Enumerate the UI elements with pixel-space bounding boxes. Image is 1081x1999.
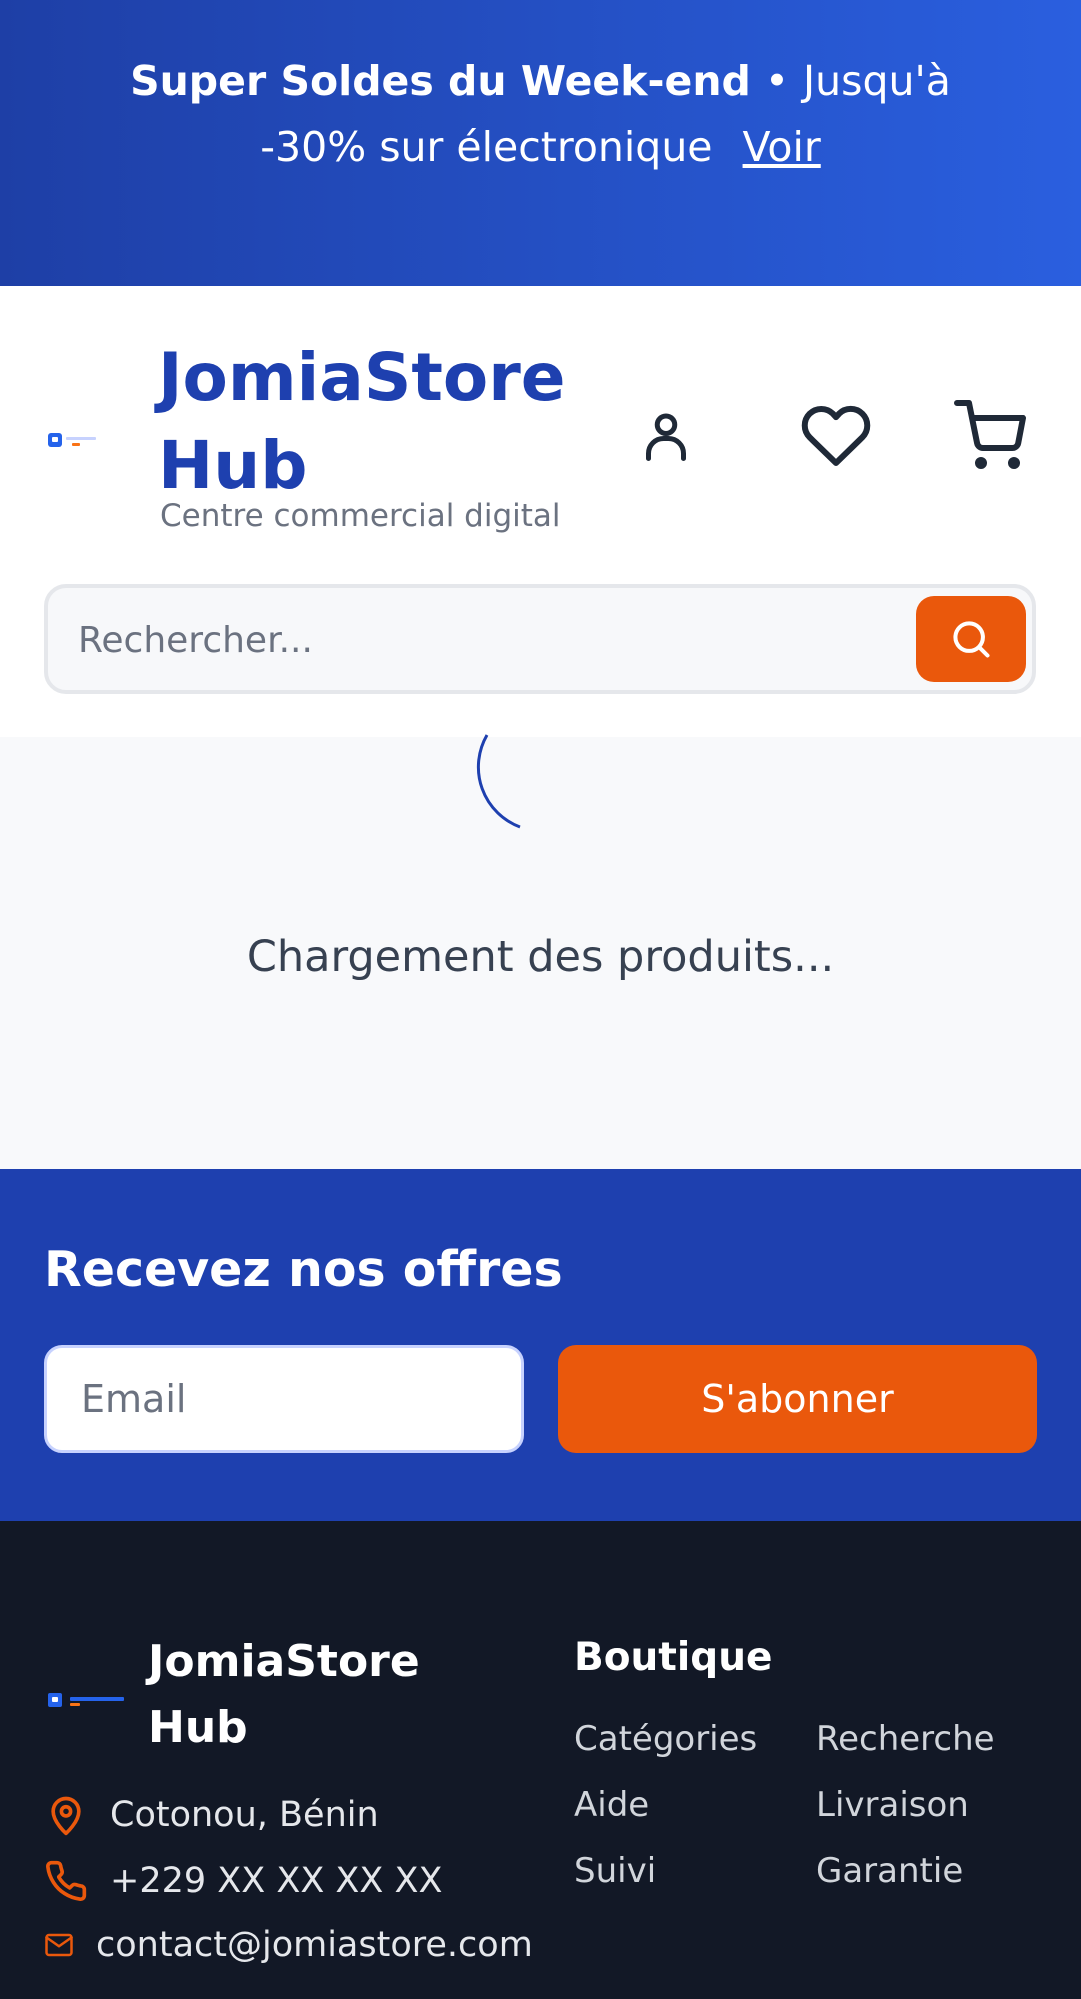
brand-name-line2: Hub [158,427,308,504]
footer-link-search[interactable]: Recherche [816,1719,995,1759]
search-bar [44,584,1036,694]
wishlist-button[interactable] [800,405,872,472]
user-icon [646,413,686,461]
promo-link[interactable]: Voir [743,123,821,171]
site-header: JomiaStore Hub Centre commercial digital [0,286,1081,737]
footer-address-text: Cotonou, Bénin [110,1795,379,1835]
phone-icon [46,1860,87,1901]
search-input[interactable] [78,612,858,668]
footer-link-delivery[interactable]: Livraison [816,1785,969,1825]
heart-icon [801,405,871,466]
footer-address: Cotonou, Bénin [44,1793,379,1837]
promo-separator: • [764,57,790,105]
cart-icon [954,400,1026,469]
newsletter-email-field [44,1345,524,1453]
products-loading: Chargement des produits... [0,734,1081,1169]
mail-icon [45,1933,73,1957]
cart-button[interactable] [954,400,1026,472]
footer-link-categories[interactable]: Catégories [574,1719,757,1759]
newsletter-title: Recevez nos offres [44,1241,563,1298]
footer-link-warranty[interactable]: Garantie [816,1851,963,1891]
promo-banner: Super Soldes du Week-end • Jusqu'à -30% su… [0,0,1081,286]
loading-text: Chargement des produits... [246,932,835,982]
search-button[interactable] [916,596,1026,682]
subscribe-button[interactable]: S'abonner [558,1345,1037,1453]
search-icon [953,621,990,658]
logo-icon[interactable] [44,427,128,457]
footer-link-help[interactable]: Aide [574,1785,649,1825]
promo-text-line1: Jusqu'à [803,57,951,105]
brand-tagline: Centre commercial digital [160,498,561,534]
loading-spinner-icon [476,734,521,829]
footer-phone-text: +229 XX XX XX XX [110,1861,443,1901]
brand-name-line1: JomiaStore [158,339,566,416]
newsletter-email-input[interactable] [47,1348,521,1450]
footer-link-tracking[interactable]: Suivi [574,1851,656,1891]
footer-shop-heading: Boutique [574,1635,773,1680]
promo-headline: Super Soldes du Week-end [130,57,751,105]
site-footer: JomiaStore Hub Cotonou, Bénin +229 XX XX… [0,1521,1081,1999]
account-button[interactable] [636,406,696,466]
newsletter-section: Recevez nos offres S'abonner [0,1169,1081,1521]
footer-brand-line2: Hub [148,1702,248,1753]
footer-email-text: contact@jomiastore.com [96,1925,533,1965]
footer-email[interactable]: contact@jomiastore.com [44,1925,533,1965]
footer-brand-line1: JomiaStore [148,1636,420,1687]
footer-brand-name: JomiaStore Hub [148,1629,448,1761]
location-pin-icon [51,1796,81,1836]
footer-logo-icon[interactable] [48,1690,128,1710]
footer-phone[interactable]: +229 XX XX XX XX [44,1859,442,1903]
promo-text-line2: -30% sur électronique [260,123,713,171]
brand-name[interactable]: JomiaStore Hub [158,334,598,510]
